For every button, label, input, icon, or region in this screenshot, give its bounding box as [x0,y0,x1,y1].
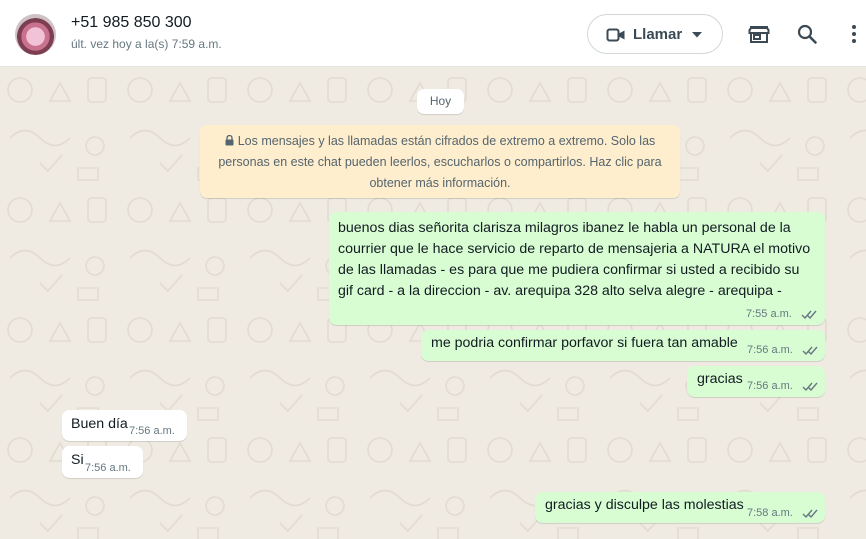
message-time: 7:55 a.m. [746,308,792,320]
message-time: 7:56 a.m. [129,425,175,437]
encryption-notice[interactable]: Los mensajes y las llamadas están cifrad… [200,125,680,198]
contact-name[interactable]: +51 985 850 300 [71,14,192,32]
chat-header: +51 985 850 300 últ. vez hoy a la(s) 7:5… [0,0,866,67]
encryption-notice-text: Los mensajes y las llamadas están cifrad… [218,134,662,190]
message-bubble-incoming[interactable]: Si 7:56 a.m. [62,446,143,478]
store-icon[interactable] [747,22,771,46]
message-time: 7:58 a.m. [747,507,793,519]
call-button-label: Llamar [633,26,683,43]
message-bubble-incoming[interactable]: Buen día 7:56 a.m. [62,410,187,441]
message-bubble-outgoing[interactable]: gracias 7:56 a.m. [687,366,825,397]
message-text: Buen día [71,416,128,432]
message-text: gracias y disculpe las molestias [545,497,744,513]
message-text: Si [71,452,84,468]
message-bubble-outgoing[interactable]: gracias y disculpe las molestias 7:58 a.… [535,492,825,523]
message-time: 7:56 a.m. [747,380,793,392]
date-separator: Hoy [417,89,464,114]
read-receipt-icon [801,310,817,320]
last-seen-status: últ. vez hoy a la(s) 7:59 a.m. [71,37,222,51]
chevron-down-icon[interactable] [692,32,702,38]
call-button[interactable]: Llamar [587,14,723,54]
read-receipt-icon [802,382,818,392]
message-text: buenos dias señorita clarisza milagros i… [338,220,811,299]
video-camera-icon [606,28,625,42]
message-time: 7:56 a.m. [747,344,793,356]
message-time: 7:56 a.m. [85,462,131,474]
message-text: gracias [697,371,743,387]
message-text: me podria confirmar porfavor si fuera ta… [431,335,738,351]
message-list[interactable]: Hoy Los mensajes y las llamadas están ci… [0,68,866,539]
message-bubble-outgoing[interactable]: me podria confirmar porfavor si fuera ta… [421,330,825,361]
read-receipt-icon [802,346,818,356]
message-bubble-outgoing[interactable]: buenos dias señorita clarisza milagros i… [329,212,825,325]
more-vert-icon[interactable] [842,22,866,46]
search-icon[interactable] [795,22,819,46]
read-receipt-icon [802,509,818,519]
lock-icon [225,135,234,146]
contact-avatar[interactable] [15,14,56,55]
